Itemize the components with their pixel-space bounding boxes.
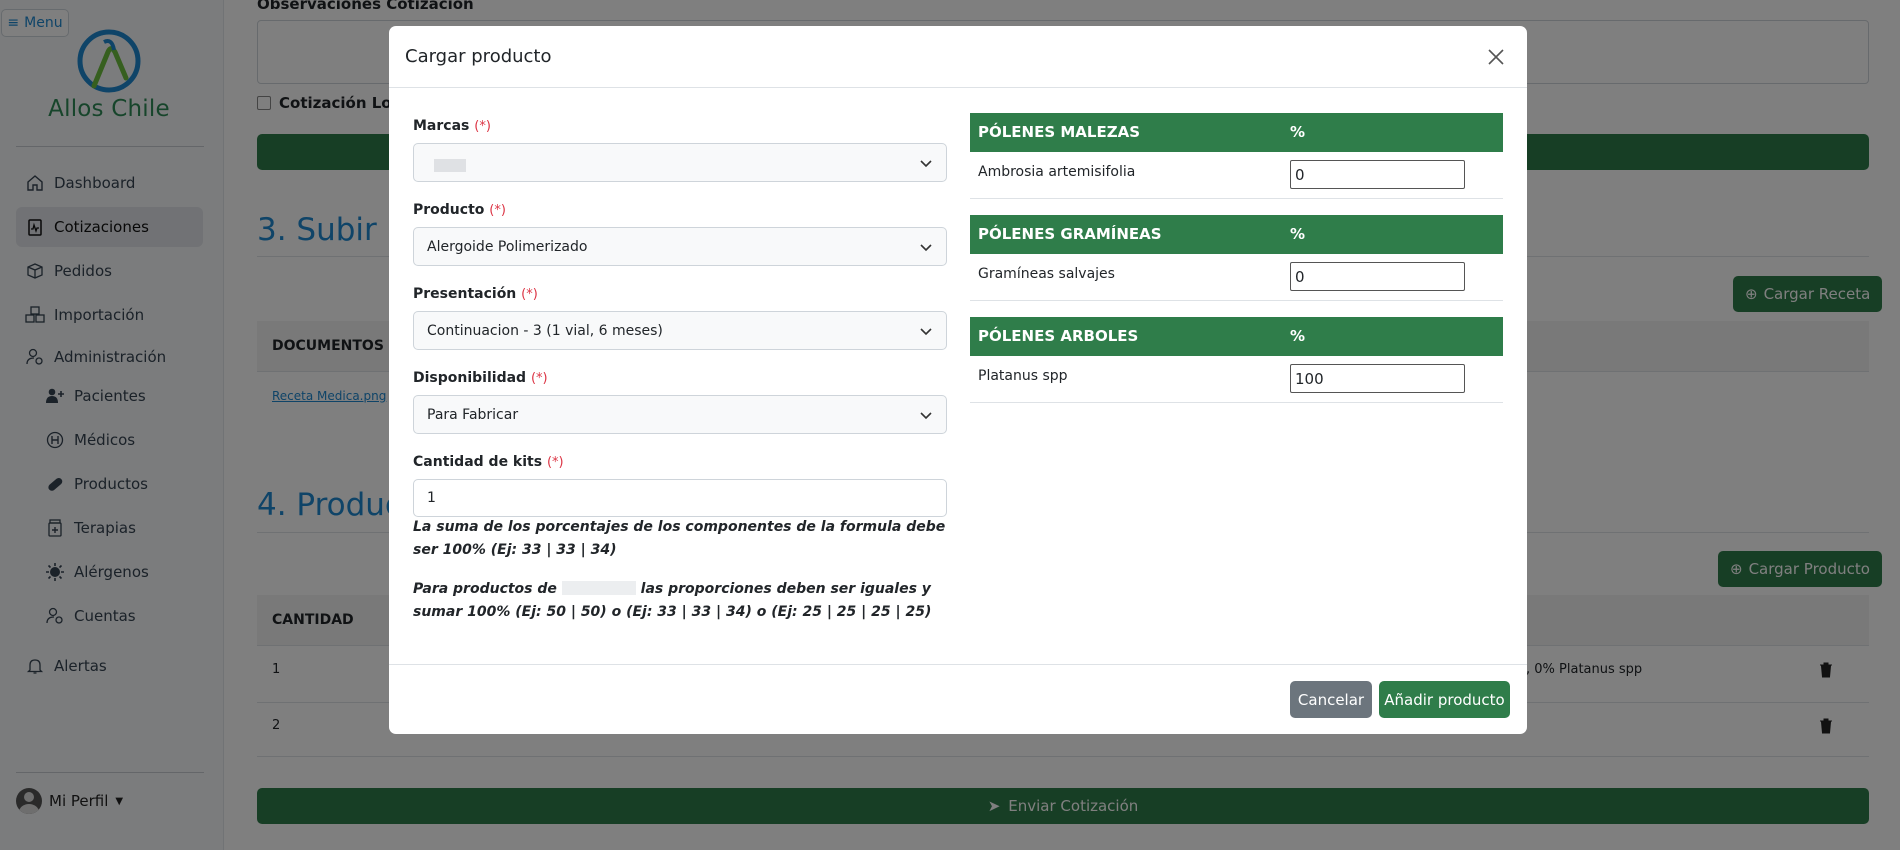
percentage-note: La suma de los porcentajes de los compon…: [413, 519, 946, 558]
allergen-name: Platanus spp: [978, 368, 1068, 384]
load-product-modal: Cargar producto Marcas (*) Producto (*) …: [389, 26, 1527, 734]
chevron-down-icon: [920, 244, 932, 252]
cantidad-label: Cantidad de kits (*): [413, 454, 564, 470]
group-title: PÓLENES ARBOLES: [978, 327, 1139, 345]
group-title: PÓLENES MALEZAS: [978, 123, 1141, 141]
required-mark: (*): [474, 119, 491, 134]
presentacion-label: Presentación (*): [413, 286, 538, 302]
allergen-name: Gramíneas salvajes: [978, 266, 1115, 282]
group-title: PÓLENES GRAMÍNEAS: [978, 225, 1162, 243]
producto-value: Alergoide Polimerizado: [427, 238, 588, 255]
chevron-down-icon: [920, 160, 932, 168]
redacted-value: [434, 159, 466, 172]
modal-title: Cargar producto: [405, 46, 552, 67]
proportions-note-prefix: Para productos de: [413, 581, 557, 597]
required-mark: (*): [489, 203, 506, 218]
modal-body: Marcas (*) Producto (*) Alergoide Polime…: [389, 88, 1527, 664]
percent-header: %: [1290, 327, 1306, 345]
percent-header: %: [1290, 225, 1306, 243]
add-product-button[interactable]: Añadir producto: [1379, 681, 1510, 718]
disponibilidad-label: Disponibilidad (*): [413, 370, 548, 386]
producto-label: Producto (*): [413, 202, 506, 218]
group-header: PÓLENES GRAMÍNEAS %: [970, 215, 1503, 254]
marcas-label: Marcas (*): [413, 118, 491, 134]
disponibilidad-select[interactable]: Para Fabricar: [413, 395, 947, 434]
cantidad-input[interactable]: 1: [413, 479, 947, 517]
allergen-row: Platanus spp 100: [970, 356, 1503, 403]
allergen-percent-input[interactable]: 0: [1290, 262, 1465, 291]
modal-header: Cargar producto: [389, 26, 1527, 88]
required-mark: (*): [521, 287, 538, 302]
proportions-note: Para productos de las proporciones deben…: [413, 578, 953, 624]
cancel-button[interactable]: Cancelar: [1290, 681, 1372, 718]
presentacion-select[interactable]: Continuacion - 3 (1 vial, 6 meses): [413, 311, 947, 350]
allergen-name: Ambrosia artemisifolia: [978, 164, 1136, 180]
chevron-down-icon: [920, 412, 932, 420]
group-header: PÓLENES MALEZAS %: [970, 113, 1503, 152]
group-header: PÓLENES ARBOLES %: [970, 317, 1503, 356]
presentacion-value: Continuacion - 3 (1 vial, 6 meses): [427, 322, 663, 339]
allergen-row: Ambrosia artemisifolia 0: [970, 152, 1503, 199]
percent-header: %: [1290, 123, 1306, 141]
required-mark: (*): [546, 455, 564, 470]
allergen-row: Gramíneas salvajes 0: [970, 254, 1503, 301]
required-mark: (*): [530, 371, 548, 386]
close-icon: [1488, 48, 1504, 65]
disponibilidad-value: Para Fabricar: [427, 406, 519, 423]
close-button[interactable]: [1481, 42, 1511, 72]
chevron-down-icon: [920, 328, 932, 336]
modal-footer: Cancelar Añadir producto: [389, 664, 1527, 734]
allergen-percent-input[interactable]: 0: [1290, 160, 1465, 189]
allergen-percent-input[interactable]: 100: [1290, 364, 1465, 393]
redacted-value: [561, 581, 636, 595]
marcas-select[interactable]: [413, 143, 947, 182]
producto-select[interactable]: Alergoide Polimerizado: [413, 227, 947, 266]
